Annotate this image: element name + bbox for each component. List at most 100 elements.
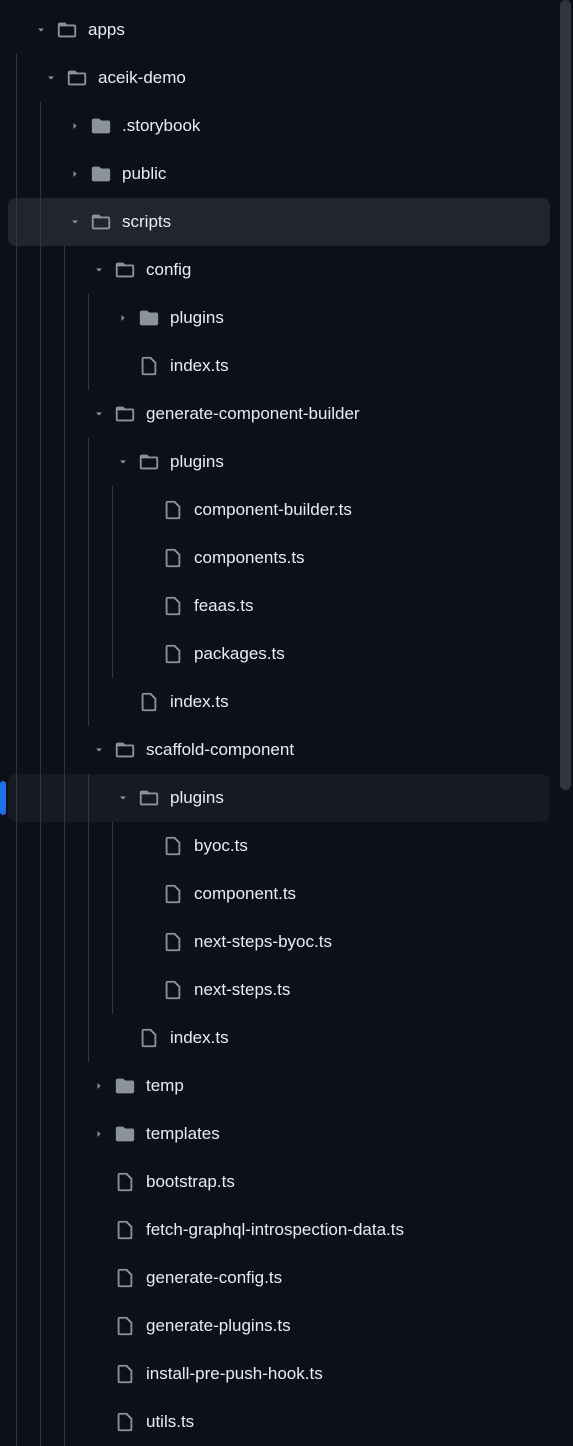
tree-row[interactable]: plugins <box>8 774 550 822</box>
chevron-down-icon[interactable] <box>114 789 132 807</box>
tree-item-label: next-steps.ts <box>194 980 290 1000</box>
folder-open-icon <box>114 739 136 761</box>
tree-item-label: plugins <box>170 452 224 472</box>
tree-row[interactable]: components.ts <box>8 534 550 582</box>
indent-guides <box>8 390 80 438</box>
tree-row[interactable]: bootstrap.ts <box>8 1158 550 1206</box>
tree-row[interactable]: generate-plugins.ts <box>8 1302 550 1350</box>
tree-row[interactable]: fetch-graphql-introspection-data.ts <box>8 1206 550 1254</box>
chevron-placeholder <box>138 885 156 903</box>
tree-item-label: next-steps-byoc.ts <box>194 932 332 952</box>
tree-row[interactable]: scaffold-component <box>8 726 550 774</box>
tree-row[interactable]: feaas.ts <box>8 582 550 630</box>
chevron-down-icon[interactable] <box>42 69 60 87</box>
tree-row[interactable]: apps <box>8 6 550 54</box>
tree-row[interactable]: index.ts <box>8 342 550 390</box>
file-icon <box>114 1171 136 1193</box>
indent-guides <box>8 774 104 822</box>
chevron-right-icon[interactable] <box>66 117 84 135</box>
indent-guides <box>8 534 128 582</box>
indent-guides <box>8 870 128 918</box>
indent-guides <box>8 678 104 726</box>
tree-item-label: component-builder.ts <box>194 500 352 520</box>
tree-row[interactable]: component.ts <box>8 870 550 918</box>
file-icon <box>114 1363 136 1385</box>
file-icon <box>114 1315 136 1337</box>
tree-row[interactable]: generate-config.ts <box>8 1254 550 1302</box>
tree-item-label: utils.ts <box>146 1412 194 1432</box>
tree-row[interactable]: templates <box>8 1110 550 1158</box>
chevron-right-icon[interactable] <box>114 309 132 327</box>
indent-guides <box>8 1350 80 1398</box>
chevron-right-icon[interactable] <box>66 165 84 183</box>
folder-open-icon <box>138 787 160 809</box>
chevron-down-icon[interactable] <box>32 21 50 39</box>
tree-row[interactable]: install-pre-push-hook.ts <box>8 1350 550 1398</box>
tree-item-label: index.ts <box>170 1028 229 1048</box>
tree-item-label: index.ts <box>170 692 229 712</box>
chevron-down-icon[interactable] <box>90 261 108 279</box>
file-icon <box>162 931 184 953</box>
chevron-down-icon[interactable] <box>66 213 84 231</box>
indent-guides <box>8 1302 80 1350</box>
indent-guides <box>8 1398 80 1446</box>
tree-item-label: temp <box>146 1076 184 1096</box>
tree-row[interactable]: plugins <box>8 294 550 342</box>
chevron-down-icon[interactable] <box>90 405 108 423</box>
tree-item-label: config <box>146 260 191 280</box>
indent-guides <box>8 582 128 630</box>
tree-row[interactable]: index.ts <box>8 1014 550 1062</box>
tree-row[interactable]: index.ts <box>8 678 550 726</box>
tree-item-label: scripts <box>122 212 171 232</box>
folder-icon <box>90 115 112 137</box>
folder-icon <box>114 1123 136 1145</box>
indent-guides <box>8 1062 80 1110</box>
chevron-down-icon[interactable] <box>114 453 132 471</box>
tree-item-label: plugins <box>170 788 224 808</box>
tree-row[interactable]: config <box>8 246 550 294</box>
folder-open-icon <box>114 403 136 425</box>
chevron-placeholder <box>90 1269 108 1287</box>
scrollbar[interactable] <box>558 0 573 1432</box>
tree-row[interactable]: temp <box>8 1062 550 1110</box>
chevron-placeholder <box>138 549 156 567</box>
indent-guides <box>8 150 56 198</box>
file-icon <box>162 499 184 521</box>
tree-row[interactable]: public <box>8 150 550 198</box>
file-icon <box>114 1267 136 1289</box>
chevron-down-icon[interactable] <box>90 741 108 759</box>
chevron-placeholder <box>90 1365 108 1383</box>
chevron-placeholder <box>114 1029 132 1047</box>
tree-row[interactable]: next-steps-byoc.ts <box>8 918 550 966</box>
tree-row[interactable]: packages.ts <box>8 630 550 678</box>
tree-item-label: apps <box>88 20 125 40</box>
tree-row[interactable]: plugins <box>8 438 550 486</box>
tree-item-label: public <box>122 164 166 184</box>
tree-row[interactable]: utils.ts <box>8 1398 550 1446</box>
chevron-placeholder <box>138 645 156 663</box>
tree-row[interactable]: .storybook <box>8 102 550 150</box>
tree-row[interactable]: aceik-demo <box>8 54 550 102</box>
chevron-placeholder <box>138 837 156 855</box>
chevron-right-icon[interactable] <box>90 1077 108 1095</box>
file-icon <box>162 595 184 617</box>
file-icon <box>114 1411 136 1433</box>
tree-row[interactable]: byoc.ts <box>8 822 550 870</box>
tree-item-label: feaas.ts <box>194 596 254 616</box>
indent-guides <box>8 1158 80 1206</box>
scrollbar-thumb[interactable] <box>560 0 571 790</box>
chevron-placeholder <box>90 1413 108 1431</box>
tree-row[interactable]: next-steps.ts <box>8 966 550 1014</box>
tree-row[interactable]: component-builder.ts <box>8 486 550 534</box>
tree-item-label: scaffold-component <box>146 740 294 760</box>
tree-item-label: install-pre-push-hook.ts <box>146 1364 323 1384</box>
file-icon <box>162 547 184 569</box>
tree-row[interactable]: scripts <box>8 198 550 246</box>
file-icon <box>138 691 160 713</box>
indent-guides <box>8 822 128 870</box>
tree-row[interactable]: generate-component-builder <box>8 390 550 438</box>
indent-guides <box>8 726 80 774</box>
tree-item-label: bootstrap.ts <box>146 1172 235 1192</box>
tree-item-label: byoc.ts <box>194 836 248 856</box>
chevron-right-icon[interactable] <box>90 1125 108 1143</box>
